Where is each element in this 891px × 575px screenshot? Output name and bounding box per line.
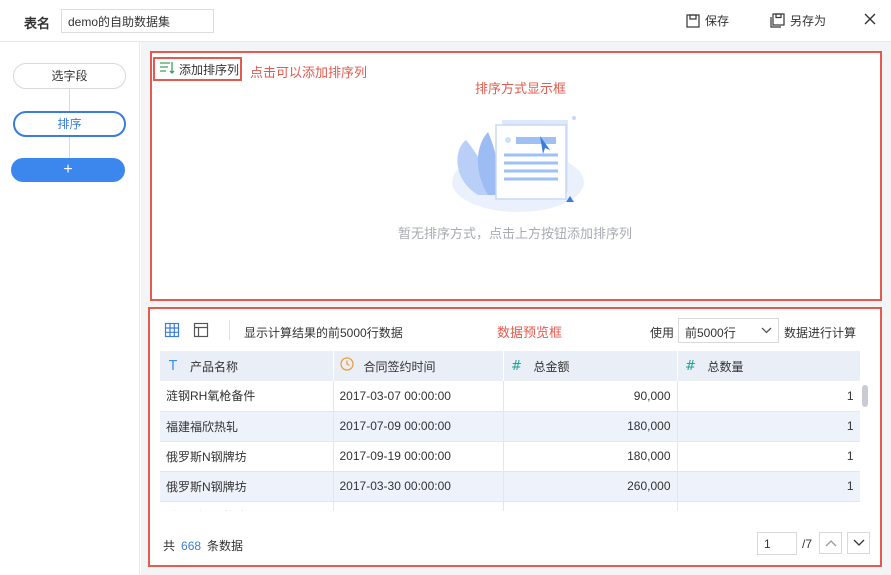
cell-quantity: 1 [677, 501, 860, 511]
chevron-down-icon [761, 327, 772, 334]
cell-quantity: 1 [677, 411, 860, 442]
flow-connector [69, 137, 70, 159]
page-number-input[interactable] [757, 532, 797, 555]
number-type-icon: # [685, 358, 696, 374]
column-header-date[interactable]: 合同签约时间 [333, 351, 504, 381]
add-sort-label: 添加排序列 [179, 62, 240, 77]
cell-amount: 90,000 [503, 381, 678, 412]
add-sort-column-button[interactable]: 添加排序列 [153, 57, 242, 81]
cell-product: 涟钢RH氧枪备件 [160, 381, 334, 412]
cell-date: 2017-09-19 00:00:00 [333, 441, 504, 472]
save-as-button[interactable]: 另存为 [770, 12, 826, 29]
cell-amount: 180,000 [503, 411, 678, 442]
save-as-label: 另存为 [790, 14, 827, 28]
row-limit-select[interactable]: 前5000行 [678, 318, 779, 343]
use-label: 使用 [650, 326, 675, 340]
layout-view-icon[interactable] [193, 322, 209, 341]
table-row: 俄罗斯N钢牌坊 2017-09-19 00:00:00 180,000 1 [160, 441, 860, 472]
cell-quantity: 1 [677, 441, 860, 472]
cell-quantity: 1 [677, 471, 860, 502]
cell-quantity: 1 [677, 381, 860, 412]
table-name-label: 表名 [24, 16, 51, 31]
top-bar: 表名 保存 另存为 [0, 0, 891, 42]
table-scrollbar[interactable] [862, 385, 868, 407]
table-fade [160, 511, 862, 521]
annotation-preview-panel: 数据预览框 [497, 325, 563, 340]
clock-icon [339, 357, 354, 375]
close-icon[interactable] [863, 12, 877, 29]
cell-date: 2017-03-07 00:00:00 [333, 381, 504, 412]
flow-connector [69, 88, 70, 112]
cell-amount: 260,000 [503, 471, 678, 502]
row-limit-value: 前5000行 [685, 326, 736, 340]
annotation-add-sort: 点击可以添加排序列 [250, 65, 368, 80]
add-step-button[interactable]: + [11, 158, 125, 182]
next-page-button[interactable] [847, 532, 870, 554]
empty-state-illustration [448, 110, 588, 218]
save-as-icon [770, 13, 785, 28]
step-sidebar: 选字段 排序 + [0, 42, 140, 575]
table-row: 俄罗斯N钢牌坊 2017-05-07 00:00:00 520,000 1 [160, 501, 860, 511]
table-row: 俄罗斯N钢牌坊 2017-03-30 00:00:00 260,000 1 [160, 471, 860, 502]
table-name-input[interactable] [61, 9, 214, 33]
total-count: 共 668 条数据 [163, 539, 244, 553]
annotation-sort-panel: 排序方式显示框 [475, 81, 567, 96]
cell-amount: 180,000 [503, 441, 678, 472]
number-type-icon: # [511, 358, 522, 374]
column-header-product[interactable]: T 产品名称 [160, 351, 334, 381]
sort-list-icon [159, 61, 175, 78]
step-sort[interactable]: 排序 [13, 111, 126, 137]
page-total: /7 [802, 537, 813, 551]
column-header-amount[interactable]: # 总金额 [503, 351, 678, 381]
step-select-fields[interactable]: 选字段 [13, 63, 126, 89]
table-view-icon[interactable] [164, 322, 180, 341]
save-label: 保存 [705, 14, 730, 28]
toolbar-divider [229, 320, 230, 340]
chevron-down-icon [853, 539, 864, 546]
cell-product: 福建福欣热轧 [160, 411, 334, 442]
cell-date: 2017-03-30 00:00:00 [333, 471, 504, 502]
column-header-quantity[interactable]: # 总数量 [677, 351, 860, 381]
prev-page-button[interactable] [819, 532, 842, 554]
chevron-up-icon [825, 540, 836, 547]
cell-product: 俄罗斯N钢牌坊 [160, 471, 334, 502]
preview-table: T 产品名称 合同签约时间 # 总金额 # 总数量 涟钢RH氧枪备件 2017-03-… [160, 351, 860, 511]
cell-product: 俄罗斯N钢牌坊 [160, 501, 334, 511]
save-button[interactable]: 保存 [686, 12, 729, 29]
text-type-icon: T [169, 358, 177, 374]
table-row: 涟钢RH氧枪备件 2017-03-07 00:00:00 90,000 1 [160, 381, 860, 412]
cell-date: 2017-07-09 00:00:00 [333, 411, 504, 442]
save-icon [686, 13, 700, 28]
empty-state-text: 暂无排序方式，点击上方按钮添加排序列 [397, 226, 632, 241]
total-count-value: 668 [181, 539, 202, 553]
preview-description: 显示计算结果的前5000行数据 [244, 326, 403, 340]
cell-amount: 520,000 [503, 501, 678, 511]
cell-date: 2017-05-07 00:00:00 [333, 501, 504, 511]
cell-product: 俄罗斯N钢牌坊 [160, 441, 334, 472]
calc-label: 数据进行计算 [784, 326, 857, 340]
table-header-row: T 产品名称 合同签约时间 # 总金额 # 总数量 [160, 351, 860, 381]
table-row: 福建福欣热轧 2017-07-09 00:00:00 180,000 1 [160, 411, 860, 442]
